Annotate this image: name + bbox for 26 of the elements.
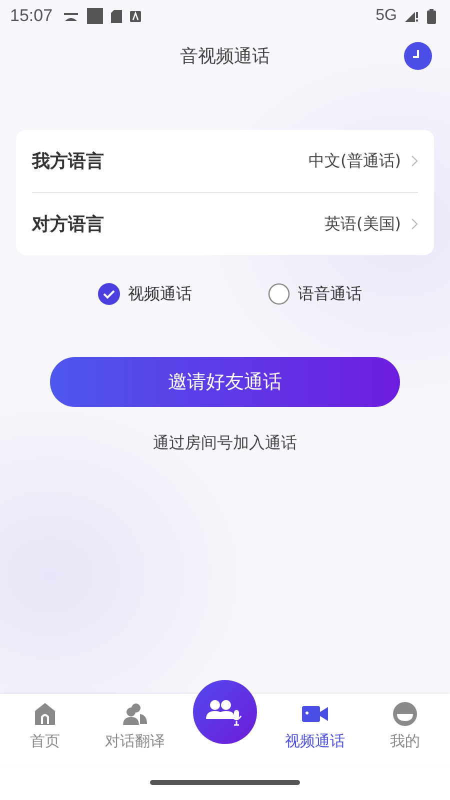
clock-icon[interactable]	[404, 42, 432, 70]
group-mic-icon	[206, 697, 244, 727]
language-row[interactable]: 对方语言 英语(美国)	[32, 193, 418, 255]
nav-tab[interactable]: 视频通话	[270, 702, 360, 751]
home-indicator[interactable]	[150, 780, 300, 784]
image-icon	[86, 8, 103, 24]
battery-icon	[427, 8, 436, 24]
join-link[interactable]: 通过房间号加入通话	[153, 433, 297, 454]
sd-card-icon	[110, 10, 122, 22]
call-mode-option[interactable]: 视频通话	[98, 283, 192, 305]
home-icon	[34, 702, 56, 726]
network-type: 5G	[376, 7, 397, 25]
language-row[interactable]: 我方语言 中文(普通话)	[32, 130, 418, 192]
checked-radio-icon	[98, 283, 120, 305]
smiley-icon	[393, 702, 417, 726]
status-time: 15:07	[10, 6, 53, 26]
chevron-right-icon	[411, 155, 418, 167]
notification-icon	[62, 10, 79, 22]
chevron-right-icon	[411, 218, 418, 230]
page-title: 音视频通话	[180, 45, 270, 68]
signal-icon	[405, 10, 419, 22]
app-icon	[130, 10, 141, 22]
invite-button[interactable]: 邀请好友通话	[50, 357, 400, 407]
people-icon	[123, 702, 147, 726]
radio-icon	[268, 283, 290, 305]
call-mode-option[interactable]: 语音通话	[268, 283, 362, 305]
